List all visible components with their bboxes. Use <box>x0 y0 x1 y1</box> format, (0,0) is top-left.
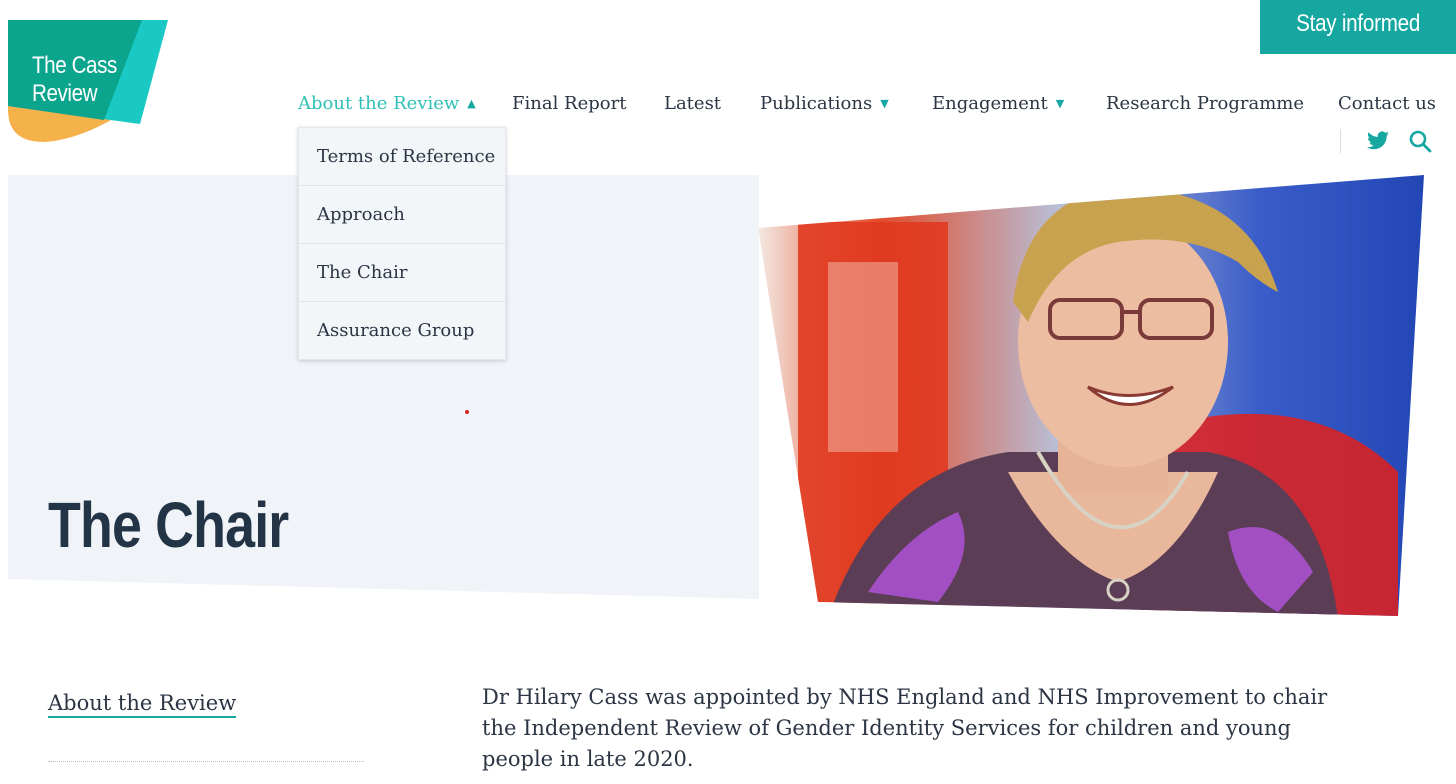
stay-informed-label: Stay informed <box>1295 10 1420 37</box>
sidebar-link-about-the-review[interactable]: About the Review <box>48 690 237 718</box>
nav-item-contact-us[interactable]: Contact us <box>1338 90 1436 118</box>
dropdown-item-terms-of-reference[interactable]: Terms of Reference <box>299 128 505 186</box>
dropdown-item-assurance-group[interactable]: Assurance Group <box>299 302 505 359</box>
nav-item-latest[interactable]: Latest <box>664 90 721 118</box>
nav-item-about-the-review[interactable]: About the Review ▲ <box>298 90 476 118</box>
red-dot-marker <box>465 410 469 414</box>
stay-informed-button[interactable]: Stay informed <box>1260 0 1456 54</box>
intro-paragraph: Dr Hilary Cass was appointed by NHS Engl… <box>482 685 1328 771</box>
site-logo[interactable]: The Cass Review <box>8 20 172 144</box>
nav-label: Research Programme <box>1106 93 1305 114</box>
nav-item-publications[interactable]: Publications ▼ <box>760 90 889 118</box>
dropdown-item-approach[interactable]: Approach <box>299 186 505 244</box>
nav-icons <box>1340 127 1436 155</box>
nav-label: About the Review <box>298 93 460 114</box>
nav-item-engagement[interactable]: Engagement ▼ <box>932 90 1064 118</box>
chair-portrait-photo <box>758 175 1424 616</box>
about-dropdown-menu: Terms of Reference Approach The Chair As… <box>298 127 506 360</box>
caret-down-icon: ▼ <box>880 97 889 110</box>
nav-label: Final Report <box>512 93 627 114</box>
twitter-icon[interactable] <box>1366 129 1390 153</box>
caret-up-icon: ▲ <box>467 97 476 110</box>
logo-text: The Cass Review <box>32 52 117 108</box>
logo-line-1: The Cass <box>32 52 117 79</box>
nav-label: Latest <box>664 93 722 114</box>
nav-item-research-programme[interactable]: Research Programme <box>1106 90 1304 118</box>
dropdown-item-the-chair[interactable]: The Chair <box>299 244 505 302</box>
page-title: The Chair <box>48 488 289 561</box>
search-icon[interactable] <box>1408 129 1432 153</box>
sidebar-divider <box>48 761 364 762</box>
nav-label: Engagement <box>932 93 1048 114</box>
nav-divider <box>1340 129 1341 153</box>
logo-line-2: Review <box>32 80 98 107</box>
nav-item-final-report[interactable]: Final Report <box>512 90 626 118</box>
nav-label: Contact us <box>1338 93 1437 114</box>
nav-label: Publications <box>760 93 873 114</box>
caret-down-icon: ▼ <box>1055 97 1065 110</box>
